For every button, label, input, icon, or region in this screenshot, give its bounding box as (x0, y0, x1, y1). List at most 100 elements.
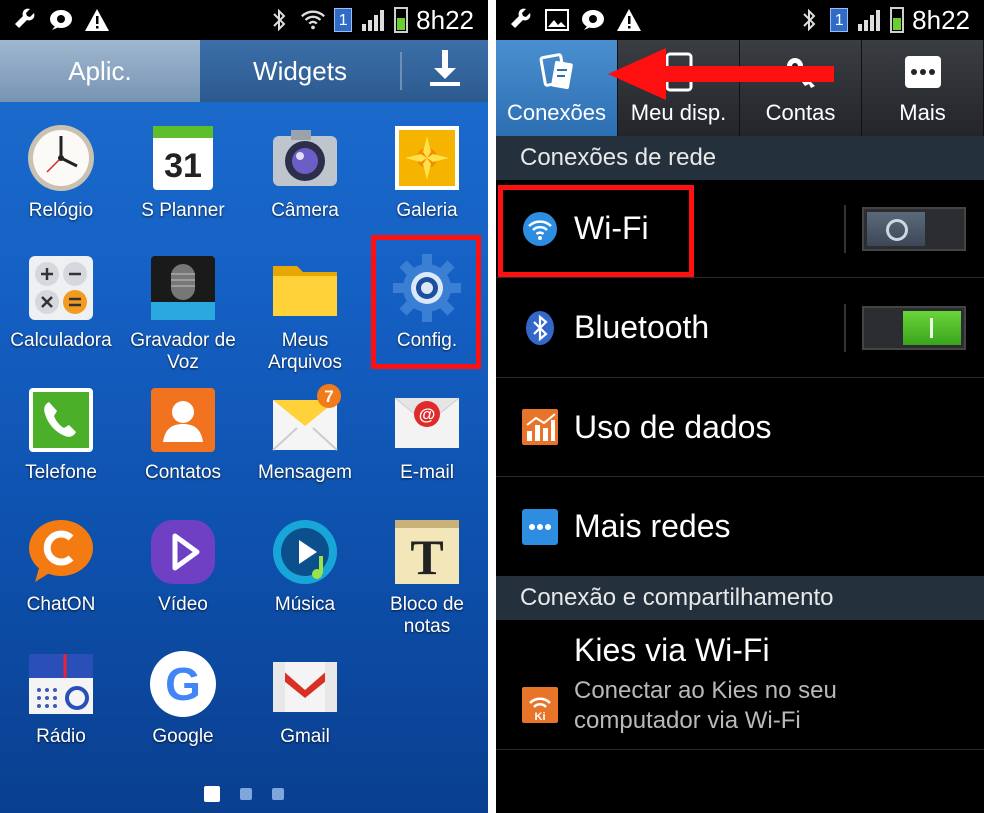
more-icon (901, 50, 945, 94)
app-radio[interactable]: Rádio (0, 648, 122, 748)
app-label: Mensagem (258, 462, 352, 483)
microphone-icon (147, 252, 219, 324)
more-networks-icon (520, 507, 560, 547)
status-time: 8h22 (416, 4, 474, 35)
drawer-tabs: Aplic. Widgets (0, 40, 488, 102)
app-calculator[interactable]: Calculadora (0, 252, 122, 352)
app-clock[interactable]: Relógio (0, 122, 122, 222)
more-networks-label: Mais redes (574, 508, 731, 544)
bluetooth-toggle[interactable] (862, 305, 966, 350)
app-label: Relógio (28, 200, 94, 221)
chat-bubble-icon (580, 7, 606, 33)
toggle-separator (844, 303, 846, 352)
app-voice-recorder[interactable]: Gravador de Voz (122, 252, 244, 374)
notes-icon: T (391, 516, 463, 588)
music-icon (269, 516, 341, 588)
wifi-toggle[interactable] (862, 206, 966, 251)
app-my-files[interactable]: Meus Arquivos (244, 252, 366, 374)
app-email[interactable]: @ E-mail (366, 384, 488, 484)
connections-icon (535, 50, 579, 94)
app-label: Calculadora (10, 330, 112, 351)
app-label: Meus Arquivos (268, 330, 342, 373)
google-glyph: G (165, 658, 201, 710)
app-s-planner[interactable]: 31 S Planner (122, 122, 244, 222)
more-networks-row[interactable]: Mais redes (496, 477, 984, 576)
download-button[interactable] (402, 40, 488, 102)
calendar-date: 31 (164, 147, 202, 185)
kies-title: Kies via Wi-Fi (574, 632, 770, 668)
app-label: Contatos (144, 462, 222, 483)
toggle-knob (867, 211, 925, 246)
kies-subtitle-line1: Conectar ao Kies no seu (574, 677, 837, 704)
tab-widgets[interactable]: Widgets (200, 40, 400, 102)
app-notes[interactable]: T Bloco de notas (366, 516, 488, 638)
camera-icon (269, 122, 341, 194)
notification-count-badge: 1 (830, 8, 849, 32)
app-label: Telefone (25, 462, 97, 483)
svg-text:@: @ (419, 405, 436, 424)
app-camera[interactable]: Câmera (244, 122, 366, 222)
phone-icon (25, 384, 97, 456)
email-icon: @ (391, 384, 463, 456)
section-header-network: Conexões de rede (496, 136, 984, 180)
red-arrow-annotation (608, 48, 834, 100)
toggle-knob (903, 310, 961, 345)
message-icon: 7 (269, 384, 341, 456)
kies-row[interactable]: Ki Kies via Wi-Fi Conectar ao Kies no se… (496, 620, 984, 750)
app-drawer-screen: 1 8h22 Aplic. Widgets Relógio 31 S Plann… (0, 0, 488, 813)
contacts-icon (147, 384, 219, 456)
notes-glyph: T (410, 529, 443, 585)
app-label: Vídeo (158, 594, 208, 615)
tab-label: Conexões (506, 100, 607, 125)
wrench-icon (508, 7, 534, 33)
app-label: Gmail (280, 726, 330, 747)
battery-icon (890, 7, 905, 33)
status-bar: 1 8h22 (496, 0, 984, 40)
app-label: Rádio (36, 726, 86, 747)
wrench-icon (12, 7, 38, 33)
app-chaton[interactable]: ChatON (0, 516, 122, 616)
bluetooth-row[interactable]: Bluetooth (496, 278, 984, 378)
message-count-badge: 7 (324, 387, 333, 406)
tab-connections[interactable]: Conexões (496, 40, 618, 136)
bluetooth-status-icon (796, 7, 822, 33)
wifi-highlight-box (498, 185, 694, 277)
app-label: E-mail (400, 462, 454, 483)
status-time: 8h22 (912, 4, 970, 35)
signal-icon (360, 7, 386, 33)
page-dot[interactable] (240, 788, 252, 800)
calculator-icon (25, 252, 97, 324)
settings-screen: 1 8h22 Conexões Meu disp. Contas Mais Co… (496, 0, 984, 813)
app-label: Bloco de notas (390, 594, 464, 637)
page-indicator (0, 786, 488, 802)
app-google[interactable]: G Google (122, 648, 244, 748)
app-gallery[interactable]: Galeria (366, 122, 488, 222)
svg-text:Ki: Ki (535, 711, 546, 723)
tab-apps[interactable]: Aplic. (0, 40, 200, 102)
signal-icon (856, 7, 882, 33)
bluetooth-status-icon (266, 7, 292, 33)
app-messages[interactable]: 7 Mensagem (244, 384, 366, 484)
warning-icon (84, 7, 110, 33)
data-usage-label: Uso de dados (574, 408, 772, 445)
app-label: Google (152, 726, 214, 747)
notification-count-badge: 1 (334, 8, 353, 32)
page-dot[interactable] (272, 788, 284, 800)
app-label: S Planner (141, 200, 225, 221)
app-label: Música (274, 594, 336, 615)
app-video[interactable]: Vídeo (122, 516, 244, 616)
app-phone[interactable]: Telefone (0, 384, 122, 484)
app-contacts[interactable]: Contatos (122, 384, 244, 484)
calendar-icon: 31 (147, 122, 219, 194)
page-dot[interactable] (204, 786, 220, 802)
settings-highlight-box (371, 235, 481, 369)
app-music[interactable]: Música (244, 516, 366, 616)
app-gmail[interactable]: Gmail (244, 648, 366, 748)
tab-more[interactable]: Mais (862, 40, 984, 136)
data-usage-icon (520, 407, 560, 447)
gmail-icon (269, 648, 341, 720)
chaton-icon (25, 516, 97, 588)
data-usage-row[interactable]: Uso de dados (496, 378, 984, 477)
app-label: Câmera (271, 200, 339, 221)
gallery-icon (391, 122, 463, 194)
